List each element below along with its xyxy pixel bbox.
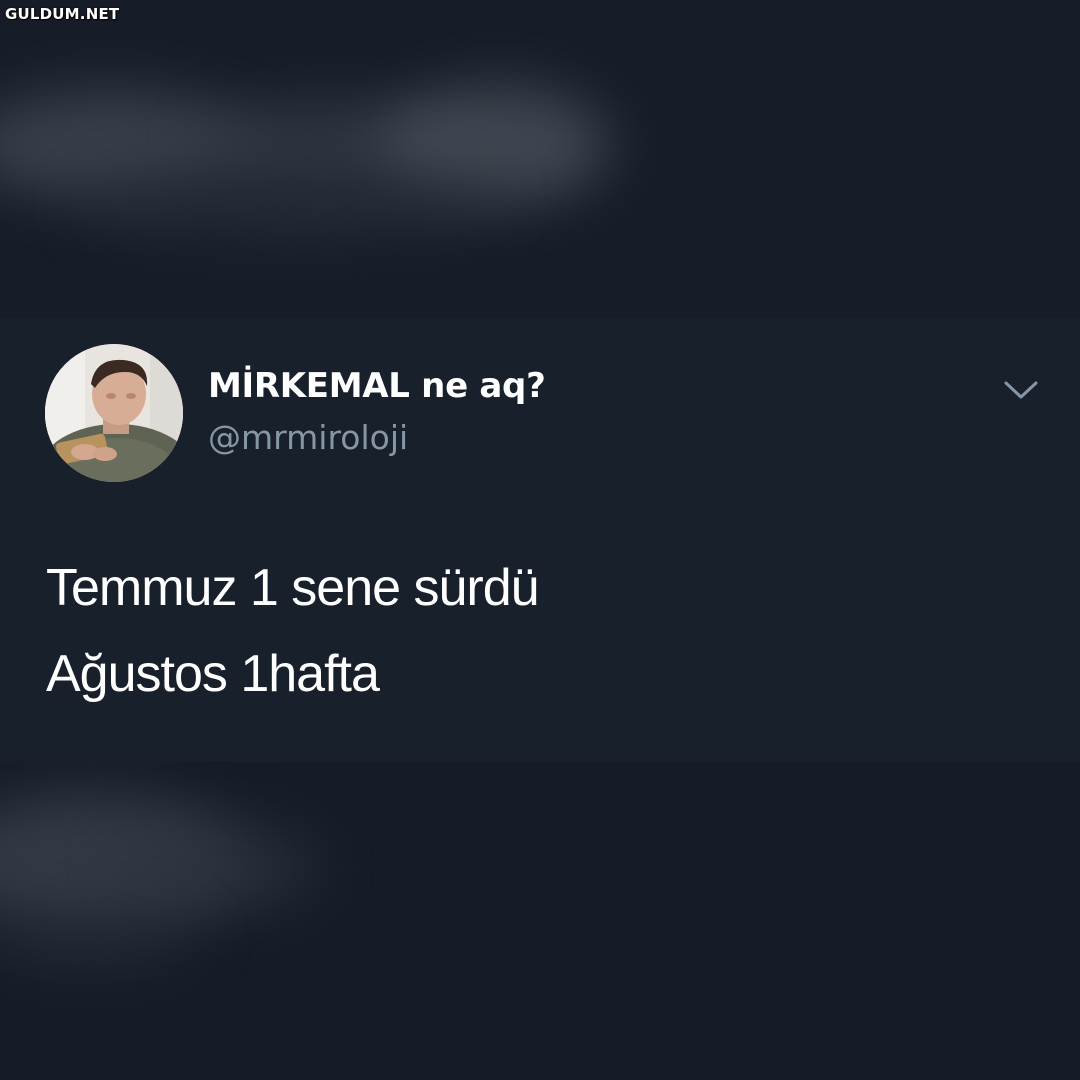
user-handle[interactable]: @mrmiroloji [208,418,408,457]
tweet-text-line: Ağustos 1hafta [46,645,380,703]
tweet-card[interactable]: MİRKEMAL ne aq? @mrmiroloji Temmuz 1 sen… [0,318,1080,762]
screenshot-page: GULDUM.NET MİRKEMAL ne aq? @mrmiroloji T… [0,0,1080,1080]
blurred-previous-tweet [0,0,1080,318]
tweet-text-line: Temmuz 1 sene sürdü [46,559,540,617]
display-name[interactable]: MİRKEMAL ne aq? [208,366,546,406]
avatar[interactable] [45,344,183,482]
site-watermark: GULDUM.NET [5,5,120,23]
chevron-down-icon[interactable] [1002,378,1040,402]
blurred-next-tweet [0,762,1080,1080]
avatar-photo [45,344,183,482]
